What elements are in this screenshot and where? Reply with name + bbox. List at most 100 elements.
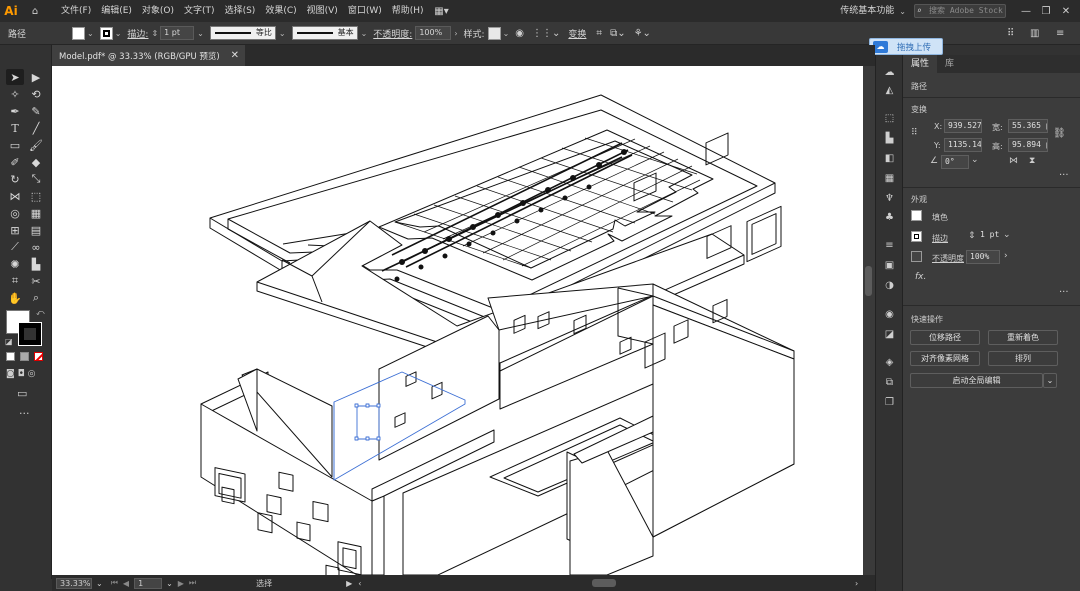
- align-icon[interactable]: ⋮⋮⌄: [532, 28, 560, 39]
- artboard-field[interactable]: 1: [134, 577, 163, 589]
- shaper-tool-icon[interactable]: ✐: [6, 154, 24, 170]
- opacity-swatch-icon[interactable]: [911, 251, 922, 262]
- stroke-label[interactable]: 描边:: [127, 27, 148, 40]
- height-field[interactable]: 95.894 p: [1008, 138, 1048, 152]
- opacity-panel-field[interactable]: 100%: [966, 250, 1000, 264]
- last-artboard-icon[interactable]: ⏭: [189, 578, 196, 588]
- x-field[interactable]: 939.527: [944, 119, 982, 133]
- opacity-label[interactable]: 不透明度:: [373, 27, 412, 40]
- cc-libraries-icon[interactable]: ☁: [882, 65, 897, 79]
- close-tab-icon[interactable]: ✕: [231, 50, 239, 61]
- rectangle-tool-icon[interactable]: ▭: [6, 137, 24, 153]
- rotate-tool-icon[interactable]: ↻: [6, 171, 24, 187]
- none-mode-icon[interactable]: [34, 352, 43, 361]
- layers-icon[interactable]: ◈: [882, 355, 897, 369]
- zoom-dropdown-icon[interactable]: ⌄: [96, 579, 103, 588]
- stroke-color-icon[interactable]: [18, 322, 42, 346]
- scrollbar-thumb[interactable]: [865, 266, 872, 296]
- transform-label[interactable]: 变换: [568, 27, 586, 40]
- opacity-panel-label[interactable]: 不透明度: [932, 253, 964, 264]
- link-dimensions-icon[interactable]: ⛓: [1053, 128, 1066, 139]
- align-panel-icon[interactable]: ▙: [882, 131, 897, 145]
- flip-vertical-icon[interactable]: ⧗: [1029, 156, 1035, 166]
- stroke-panel-icon[interactable]: ≡: [882, 238, 897, 252]
- stroke-stepper-icon[interactable]: ⇕: [968, 231, 976, 241]
- lasso-tool-icon[interactable]: ⟲: [27, 86, 45, 102]
- variable-width-profile[interactable]: 等比: [209, 26, 276, 40]
- status-menu-icon[interactable]: ▶: [346, 579, 352, 588]
- links-icon[interactable]: ❐: [882, 395, 897, 409]
- gradient-panel-icon[interactable]: ▣: [882, 258, 897, 272]
- offset-path-button[interactable]: 位移路径: [910, 330, 980, 345]
- artboard-tool-icon[interactable]: ⌗: [6, 273, 24, 289]
- panel-toggle-icon[interactable]: ⠿: [1007, 28, 1014, 39]
- swap-colors-icon[interactable]: ⤺: [36, 308, 45, 318]
- isolate-icon[interactable]: ⌗: [596, 28, 602, 39]
- more-tools-icon[interactable]: ···: [19, 407, 30, 420]
- free-transform-tool-icon[interactable]: ⬚: [27, 188, 45, 204]
- perspective-grid-tool-icon[interactable]: ▦: [27, 205, 45, 221]
- graphic-styles-icon[interactable]: ◪: [882, 327, 897, 341]
- fx-label[interactable]: fx.: [915, 272, 926, 282]
- curvature-tool-icon[interactable]: ✎: [27, 103, 45, 119]
- slice-tool-icon[interactable]: ✂: [27, 273, 45, 289]
- menu-view[interactable]: 视图(V): [302, 0, 343, 22]
- drag-upload-button[interactable]: ☁ 拖拽上传: [869, 38, 943, 55]
- arrange-documents-icon[interactable]: ▦▾: [429, 0, 455, 22]
- opacity-panel-arrow-icon[interactable]: ›: [1004, 251, 1008, 261]
- menu-file[interactable]: 文件(F): [56, 0, 96, 22]
- reference-point-icon[interactable]: ⠿: [911, 127, 924, 140]
- pen-tool-icon[interactable]: ✒: [6, 103, 24, 119]
- brushes-icon[interactable]: ♆: [882, 191, 897, 205]
- gradient-mode-icon[interactable]: [20, 352, 29, 361]
- blend-tool-icon[interactable]: ∞: [27, 239, 45, 255]
- document-tab[interactable]: Model.pdf* @ 33.33% (RGB/GPU 预览) ✕: [52, 45, 245, 66]
- menu-help[interactable]: 帮助(H): [387, 0, 429, 22]
- appearance-panel-icon[interactable]: ◉: [882, 307, 897, 321]
- color-mode-icon[interactable]: [6, 352, 15, 361]
- profile-dropdown-icon[interactable]: ⌄: [279, 29, 286, 38]
- drawing-modes-icon[interactable]: ◙ ◘ ◎: [6, 369, 35, 379]
- column-graph-tool-icon[interactable]: ▙: [27, 256, 45, 272]
- line-tool-icon[interactable]: ╱: [27, 120, 45, 136]
- gradient-tool-icon[interactable]: ▤: [27, 222, 45, 238]
- menu-edit[interactable]: 编辑(E): [96, 0, 137, 22]
- brush-definition[interactable]: 基本: [291, 26, 358, 40]
- stock-search-input[interactable]: ⌕ 搜索 Adobe Stock: [914, 4, 1006, 18]
- rotation-field[interactable]: 0°: [941, 155, 969, 169]
- stroke-swatch-panel[interactable]: [911, 231, 922, 242]
- appearance-more-icon[interactable]: ···: [1059, 287, 1069, 298]
- home-icon[interactable]: ⌂: [22, 0, 48, 22]
- menu-object[interactable]: 对象(O): [137, 0, 179, 22]
- stroke-weight-dropdown-icon[interactable]: ⌄: [197, 29, 204, 38]
- screen-mode-icon[interactable]: ▭: [17, 387, 27, 400]
- first-artboard-icon[interactable]: ⏮: [111, 578, 118, 588]
- next-artboard-icon[interactable]: ▶: [178, 579, 184, 588]
- stroke-dropdown-icon[interactable]: ⌄: [115, 29, 122, 38]
- workspace-switcher[interactable]: 传统基本功能: [835, 0, 899, 22]
- transparency-panel-icon[interactable]: ◑: [882, 278, 897, 292]
- artboard-canvas[interactable]: [52, 66, 863, 575]
- menu-window[interactable]: 窗口(W): [343, 0, 387, 22]
- align-pixel-grid-button[interactable]: 对齐像素网格: [910, 351, 980, 366]
- recolor-icon[interactable]: ◉: [515, 28, 524, 39]
- tab-libraries[interactable]: 库: [937, 55, 962, 73]
- hand-tool-icon[interactable]: ✋: [6, 290, 24, 306]
- transform-panel-icon[interactable]: ⬚: [882, 111, 897, 125]
- default-colors-icon[interactable]: ◪: [5, 337, 13, 346]
- global-edit-dropdown-icon[interactable]: ⌄: [1043, 373, 1057, 388]
- menu-type[interactable]: 文字(T): [179, 0, 220, 22]
- puppet-warp-icon[interactable]: ⚘⌄: [634, 28, 651, 39]
- minimize-icon[interactable]: —: [1016, 0, 1036, 22]
- close-icon[interactable]: ✕: [1056, 0, 1076, 22]
- scroll-left-icon[interactable]: ‹: [358, 579, 361, 588]
- restore-icon[interactable]: ❐: [1036, 0, 1056, 22]
- stroke-swatch[interactable]: [99, 26, 113, 40]
- scale-tool-icon[interactable]: ⤡: [27, 171, 45, 187]
- eyedropper-tool-icon[interactable]: ⟋: [6, 239, 24, 255]
- menu-select[interactable]: 选择(S): [220, 0, 261, 22]
- fill-swatch[interactable]: [72, 26, 86, 40]
- swatches-icon[interactable]: ▦: [882, 171, 897, 185]
- opacity-arrow-icon[interactable]: ›: [454, 29, 457, 38]
- fill-dropdown-icon[interactable]: ⌄: [87, 29, 94, 38]
